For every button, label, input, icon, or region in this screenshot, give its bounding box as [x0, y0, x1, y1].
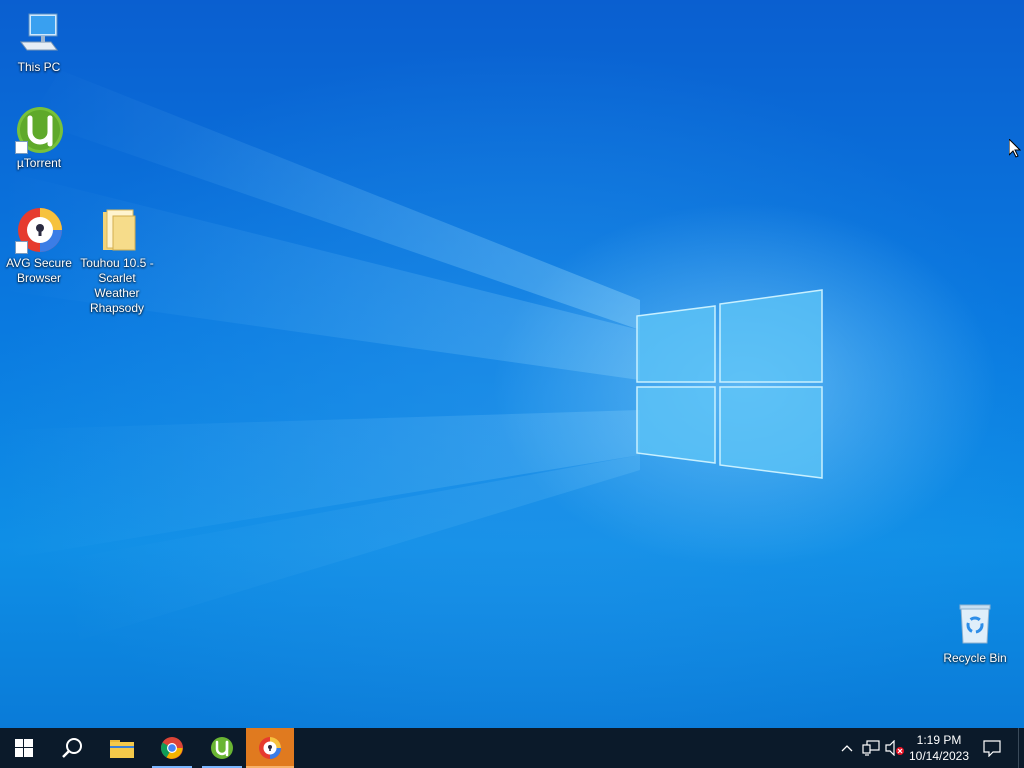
utorrent-icon [211, 737, 233, 759]
desktop-icon-recycle-bin[interactable]: Recycle Bin [937, 601, 1013, 666]
desktop-icon-label: µTorrent [16, 156, 62, 170]
shortcut-arrow-icon [15, 141, 28, 154]
taskbar-clock[interactable]: 1:19 PM 10/14/2023 [903, 728, 975, 768]
desktop-icon-avg-browser[interactable]: AVG Secure Browser [1, 206, 77, 286]
search-icon [62, 738, 82, 758]
windows-start-icon [15, 739, 33, 757]
action-center-button[interactable] [982, 738, 1002, 758]
taskbar-utorrent[interactable] [198, 728, 246, 768]
avg-browser-icon [259, 737, 281, 759]
network-button[interactable] [861, 738, 881, 758]
desktop-icon-utorrent[interactable]: µTorrent [1, 106, 77, 171]
show-hidden-icons-button[interactable] [837, 738, 857, 758]
windows-logo-wallpaper [636, 289, 823, 479]
clock-time: 1:19 PM [916, 733, 962, 747]
desktop: This PC µTorrent AVG Secure Browser Touh… [0, 0, 1024, 728]
desktop-icon-label: AVG Secure Browser [6, 256, 72, 285]
wallpaper-beams [0, 70, 823, 640]
start-button[interactable] [0, 728, 48, 768]
folder-icon [93, 206, 141, 254]
file-explorer-icon [110, 740, 134, 758]
taskbar-avg-browser[interactable] [246, 728, 294, 768]
search-button[interactable] [48, 728, 96, 768]
desktop-icon-label: Touhou 10.5 - Scarlet Weather Rhapsody [80, 256, 154, 315]
taskbar-chrome[interactable] [148, 728, 196, 768]
clock-date: 10/14/2023 [908, 749, 970, 763]
utorrent-icon [15, 106, 63, 154]
recycle-bin-icon [951, 601, 999, 649]
show-desktop-button[interactable] [1018, 728, 1019, 768]
avg-browser-icon [15, 206, 63, 254]
desktop-icon-this-pc[interactable]: This PC [1, 10, 77, 75]
this-pc-icon [15, 10, 63, 58]
shortcut-arrow-icon [15, 241, 28, 254]
taskbar-file-explorer[interactable] [98, 728, 146, 768]
chevron-up-icon [841, 745, 853, 752]
desktop-icon-label: Recycle Bin [943, 651, 1007, 665]
mouse-cursor-icon [1009, 139, 1021, 158]
volume-button[interactable] [885, 738, 905, 758]
action-center-icon [983, 740, 1001, 757]
taskbar: 1:19 PM 10/14/2023 [0, 728, 1024, 768]
volume-muted-icon [885, 740, 904, 756]
chrome-icon [161, 737, 183, 759]
network-icon [862, 740, 880, 756]
desktop-icon-label: This PC [17, 60, 61, 74]
desktop-icon-touhou-folder[interactable]: Touhou 10.5 - Scarlet Weather Rhapsody [79, 206, 155, 316]
